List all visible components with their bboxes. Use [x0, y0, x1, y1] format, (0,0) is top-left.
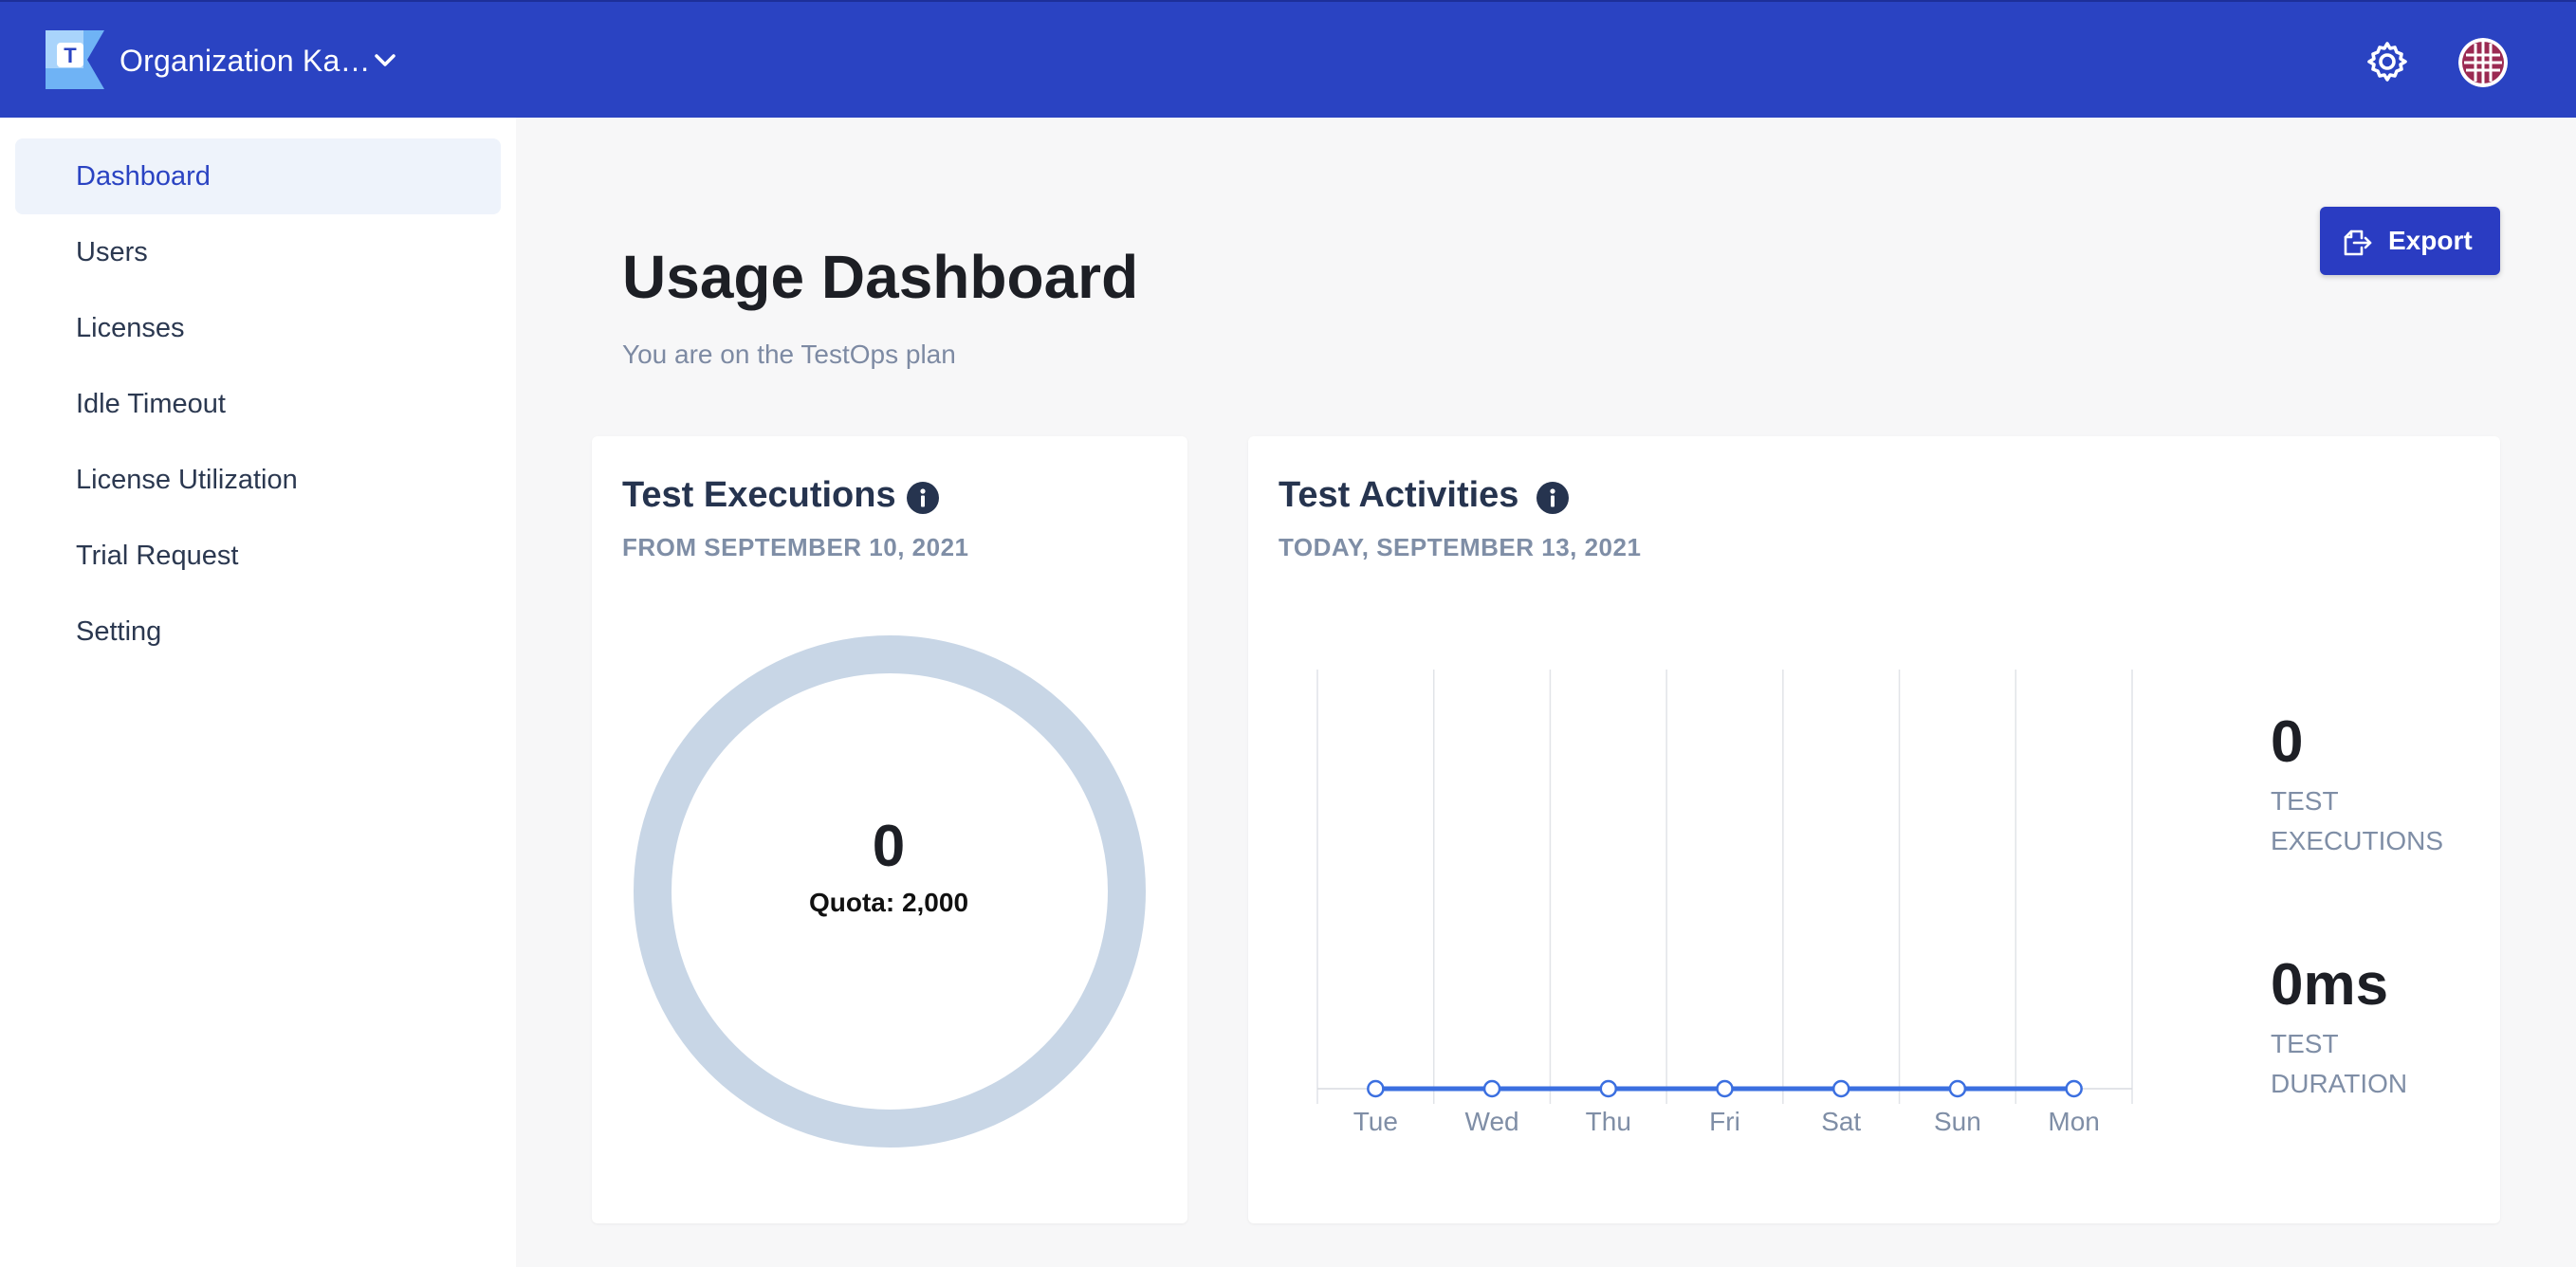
data-point	[1948, 1079, 1967, 1098]
data-point	[1716, 1079, 1734, 1098]
data-point	[2065, 1079, 2083, 1098]
organization-name[interactable]: Organization Ka…	[120, 40, 371, 82]
sidebar-item-idle-timeout[interactable]: Idle Timeout	[15, 366, 501, 442]
avatar-image	[2458, 38, 2508, 87]
gear-icon[interactable]	[2365, 40, 2409, 83]
test-executions-card: Test Executions FROM SEPTEMBER 10, 2021 …	[592, 436, 1187, 1223]
data-point	[1599, 1079, 1618, 1098]
test-executions-value: 0	[2271, 709, 2304, 775]
test-activities-card: Test Activities TODAY, SEPTEMBER 13, 202…	[1248, 436, 2500, 1223]
x-tick-label: Thu	[1586, 1107, 1631, 1136]
data-point	[1482, 1079, 1501, 1098]
sidebar-item-users[interactable]: Users	[15, 214, 501, 290]
data-point	[1831, 1079, 1850, 1098]
test-executions-label: TEST EXECUTIONS	[2271, 786, 2444, 855]
test-duration-label: TEST DURATION	[2271, 1029, 2408, 1098]
export-label: Export	[2388, 226, 2473, 255]
sidebar-item-license-utilization[interactable]: License Utilization	[15, 442, 501, 518]
x-tick-label: Fri	[1709, 1107, 1740, 1136]
top-app-bar: T Organization Ka…	[0, 0, 2576, 118]
sidebar-item-setting[interactable]: Setting	[15, 594, 501, 670]
sidebar-item-licenses[interactable]: Licenses	[15, 290, 501, 366]
test-duration-value: 0ms	[2271, 952, 2389, 1018]
logo-letter: T	[64, 44, 77, 67]
x-tick-label: Sat	[1821, 1107, 1861, 1136]
data-point	[1367, 1079, 1385, 1098]
export-icon	[2344, 230, 2372, 256]
x-tick-label: Mon	[2048, 1107, 2099, 1136]
sidebar-item-dashboard[interactable]: Dashboard	[15, 138, 501, 214]
export-button[interactable]: Export	[2320, 207, 2500, 275]
plan-subtitle: You are on the TestOps plan	[622, 340, 956, 369]
x-tick-label: Sun	[1934, 1107, 1981, 1136]
testops-logo[interactable]: T	[46, 30, 104, 89]
executions-count: 0	[872, 814, 906, 879]
avatar[interactable]	[2458, 38, 2508, 87]
page-title: Usage Dashboard	[622, 243, 1139, 311]
sidebar-nav: Dashboard Users Licenses Idle Timeout Li…	[0, 118, 516, 1267]
executions-quota: Quota: 2,000	[808, 888, 969, 917]
sidebar-item-trial-request[interactable]: Trial Request	[15, 518, 501, 594]
x-tick-label: Wed	[1465, 1107, 1519, 1136]
x-tick-label: Tue	[1353, 1107, 1398, 1136]
chevron-down-icon[interactable]	[370, 46, 400, 76]
